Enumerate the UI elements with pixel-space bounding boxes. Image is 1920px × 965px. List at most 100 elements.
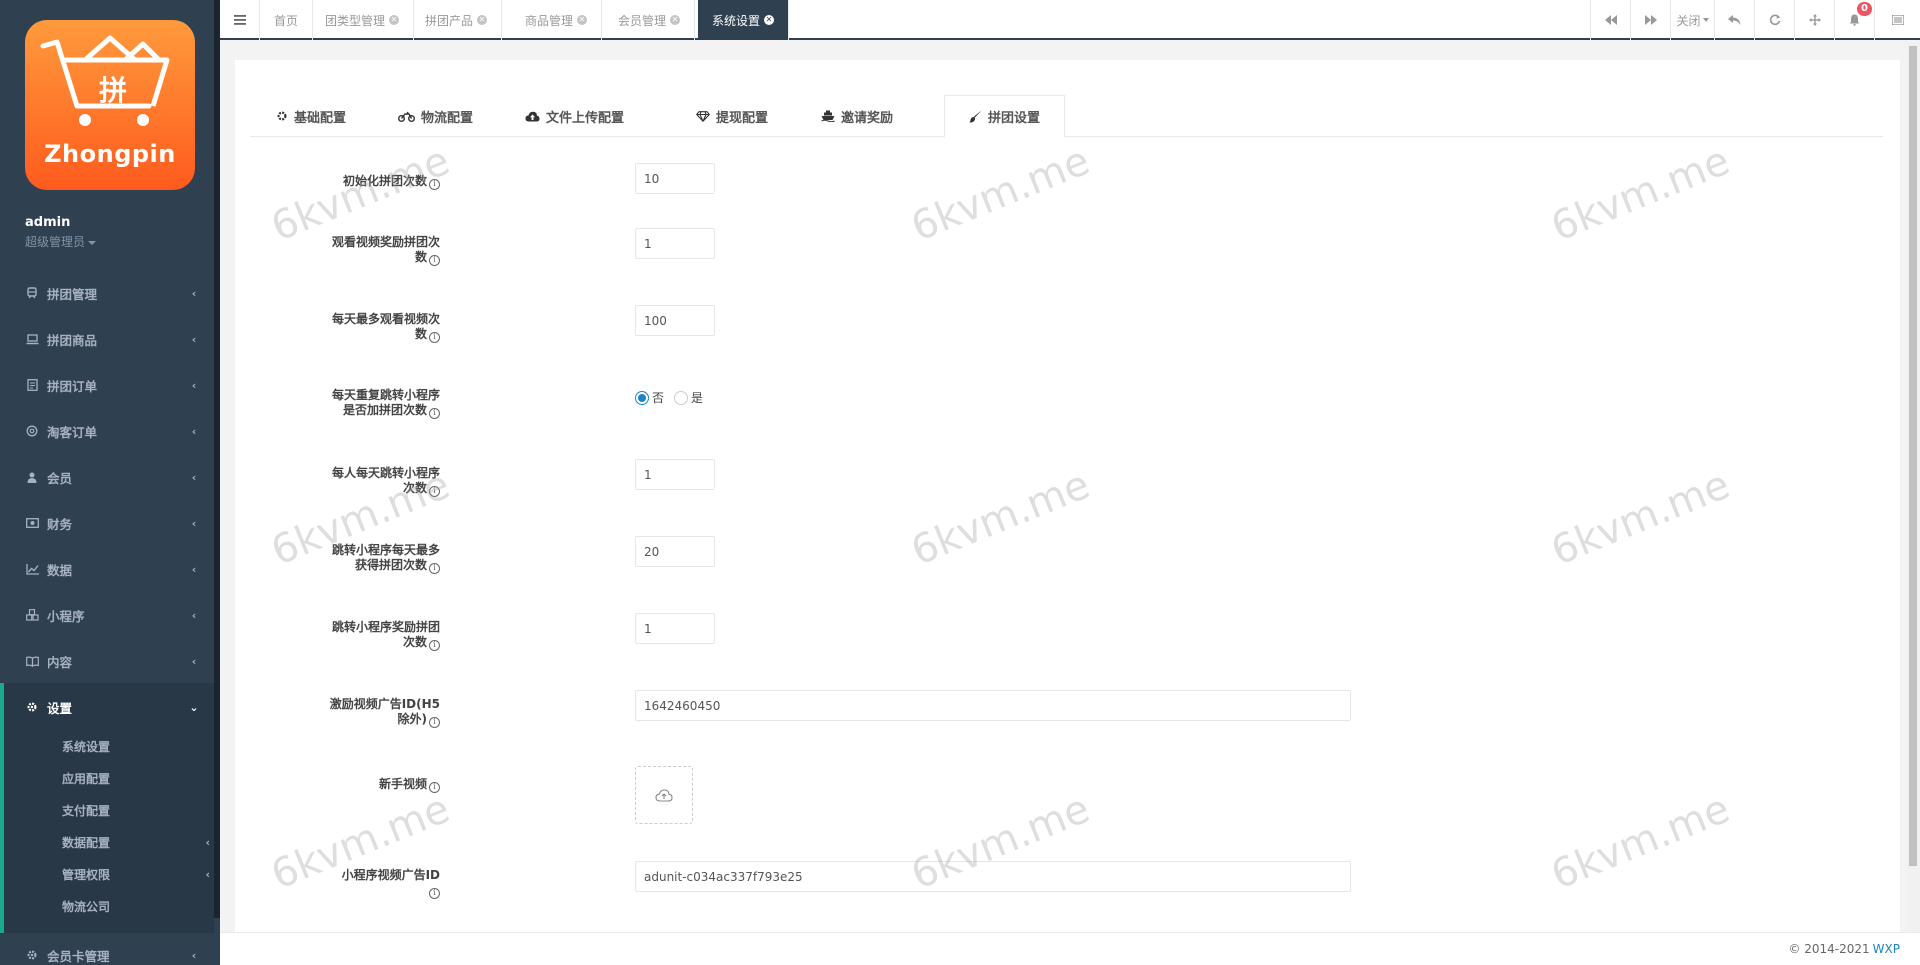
sidebar-item-mini-program[interactable]: 小程序 ‹ — [0, 592, 214, 638]
sidebar-item-settings[interactable]: 设置 ⌄ — [0, 683, 214, 731]
close-tab-icon[interactable]: ✕ — [577, 15, 588, 25]
document-icon — [25, 378, 39, 392]
submenu-item-app-config[interactable]: 应用配置 — [62, 768, 212, 788]
sidebar-item-member-cards[interactable]: 会员卡管理 ‹ — [0, 932, 214, 965]
label-newbie-video: 新手视频 i — [290, 777, 440, 793]
tab-member-management[interactable]: 会员管理 ✕ — [604, 0, 696, 40]
input-mini-program-video-ad-id[interactable]: adunit-c034ac337f793e25 — [635, 861, 1351, 892]
input-jump-reward-count[interactable]: 1 — [635, 613, 715, 644]
chevron-left-icon: ‹ — [191, 562, 197, 576]
info-icon[interactable]: i — [429, 781, 440, 793]
submenu-item-payment-config[interactable]: 支付配置 — [62, 800, 212, 820]
back-button[interactable] — [1714, 0, 1754, 40]
info-icon[interactable]: i — [429, 887, 440, 899]
config-tabs: 基础配置 物流配置 文件上传配置 提现配置 邀请奖励 拼团设置 — [250, 95, 1883, 138]
chevron-left-icon: ‹ — [191, 286, 197, 300]
sidebar-item-group-products[interactable]: 拼团商品 ‹ — [0, 316, 214, 362]
top-tab-bar: 首页 团类型管理 ✕ 拼团产品 ✕ 商品管理 ✕ 会员管理 ✕ 系统设置 ✕ 关闭 0 — [220, 0, 1920, 40]
close-tab-icon[interactable]: ✕ — [477, 15, 488, 25]
close-tab-icon[interactable]: ✕ — [389, 15, 400, 25]
app-logo: 拼 Zhongpin — [25, 20, 195, 190]
close-tab-icon[interactable]: ✕ — [764, 15, 775, 25]
upload-newbie-video[interactable] — [635, 766, 693, 824]
line-chart-icon — [25, 562, 39, 576]
user-role-dropdown[interactable]: 超级管理员 — [25, 233, 97, 250]
input-video-reward-count[interactable]: 1 — [635, 228, 715, 259]
submenu-item-admin-permissions[interactable]: 管理权限 ‹ — [62, 864, 212, 884]
tab-basic-config[interactable]: 基础配置 — [276, 95, 346, 137]
close-tabs-dropdown[interactable]: 关闭 — [1670, 0, 1714, 40]
sidebar-item-members[interactable]: 会员 ‹ — [0, 454, 214, 500]
input-max-daily-jump-rewards[interactable]: 20 — [635, 536, 715, 567]
svg-text:拼: 拼 — [99, 74, 127, 107]
chevron-left-icon: ‹ — [191, 332, 197, 346]
diamond-icon — [696, 110, 710, 122]
info-icon[interactable]: i — [429, 407, 440, 419]
tab-withdrawal-config[interactable]: 提现配置 — [696, 95, 768, 137]
bell-icon — [1849, 14, 1860, 26]
info-icon[interactable]: i — [429, 331, 440, 343]
chevron-left-icon: ‹ — [205, 867, 210, 881]
refresh-icon — [1769, 14, 1780, 26]
submenu-item-logistics-companies[interactable]: 物流公司 — [62, 896, 212, 916]
info-icon[interactable]: i — [429, 178, 440, 190]
chevron-left-icon: ‹ — [191, 516, 197, 530]
sidebar: 拼 Zhongpin admin 超级管理员 拼团管理 ‹ 拼团商品 ‹ 拼团订… — [0, 0, 220, 965]
backward-icon — [1604, 15, 1617, 25]
tab-group-settings[interactable]: 拼团设置 — [944, 95, 1066, 138]
money-icon — [25, 516, 39, 530]
sidebar-item-group-orders[interactable]: 拼团订单 ‹ — [0, 362, 214, 408]
watermark: 6kvm.me — [1545, 137, 1737, 251]
sidebar-item-group-management[interactable]: 拼团管理 ‹ — [0, 270, 214, 316]
gear-icon — [25, 948, 39, 962]
tab-group-type-management[interactable]: 团类型管理 ✕ — [311, 0, 415, 40]
settings-panel: 基础配置 物流配置 文件上传配置 提现配置 邀请奖励 拼团设置 初始化拼团次数 i… — [235, 60, 1900, 940]
input-max-daily-video-views[interactable]: 100 — [635, 305, 715, 336]
menu-toggle-button[interactable] — [220, 0, 260, 40]
scrollbar-thumb[interactable] — [1909, 46, 1917, 866]
info-icon[interactable]: i — [429, 485, 440, 497]
tab-invite-rewards[interactable]: 邀请奖励 — [821, 95, 893, 137]
label-reward-video-ad-id: 激励视频广告ID(H5 除外) i — [329, 697, 440, 728]
sidebar-item-taoke-orders[interactable]: 淘客订单 ‹ — [0, 408, 214, 454]
close-tab-icon[interactable]: ✕ — [670, 15, 681, 25]
footer: © 2014-2021 WXP — [220, 932, 1920, 965]
tab-product-management[interactable]: 商品管理 ✕ — [511, 0, 603, 40]
input-daily-jumps-per-user[interactable]: 1 — [635, 459, 715, 490]
chevron-left-icon: ‹ — [191, 378, 197, 392]
book-icon — [25, 654, 39, 668]
sidebar-item-content[interactable]: 内容 ‹ — [0, 638, 214, 684]
chevron-left-icon: ‹ — [191, 948, 197, 962]
info-icon[interactable]: i — [429, 254, 440, 266]
tab-group-products[interactable]: 拼团产品 ✕ — [411, 0, 503, 40]
sidebar-item-finance[interactable]: 财务 ‹ — [0, 500, 214, 546]
tab-system-settings[interactable]: 系统设置 ✕ — [698, 0, 790, 40]
radio-no[interactable] — [635, 390, 649, 405]
watermark: 6kvm.me — [1545, 461, 1737, 575]
label-jump-reward-count: 跳转小程序奖励拼团 次数 i — [331, 620, 440, 651]
fullscreen-button[interactable] — [1794, 0, 1834, 40]
scroll-tabs-right-button[interactable] — [1630, 0, 1670, 40]
input-initial-group-count[interactable]: 10 — [635, 163, 715, 194]
content-scrollbar[interactable] — [1906, 42, 1920, 932]
tab-file-upload-config[interactable]: 文件上传配置 — [525, 95, 624, 137]
cubes-icon — [25, 608, 39, 622]
submenu-item-data-config[interactable]: 数据配置 ‹ — [62, 832, 212, 852]
info-icon[interactable]: i — [429, 562, 440, 574]
refresh-button[interactable] — [1754, 0, 1794, 40]
scroll-tabs-left-button[interactable] — [1590, 0, 1630, 40]
tab-home[interactable]: 首页 — [260, 0, 314, 40]
info-icon[interactable]: i — [429, 716, 440, 728]
submenu-item-system-settings[interactable]: 系统设置 — [62, 736, 212, 756]
tab-logistics-config[interactable]: 物流配置 — [398, 95, 473, 137]
input-reward-video-ad-id[interactable]: 1642460450 — [635, 690, 1351, 721]
user-profile[interactable]: admin 超级管理员 — [25, 215, 97, 250]
main-content: 基础配置 物流配置 文件上传配置 提现配置 邀请奖励 拼团设置 初始化拼团次数 i… — [220, 40, 1920, 940]
info-icon[interactable]: i — [429, 639, 440, 651]
watermark: 6kvm.me — [905, 461, 1097, 575]
sidebar-item-data[interactable]: 数据 ‹ — [0, 546, 214, 592]
right-sidebar-toggle[interactable] — [1874, 0, 1920, 40]
notifications-button[interactable]: 0 — [1834, 0, 1874, 40]
footer-brand-link[interactable]: WXP — [1873, 942, 1900, 956]
radio-yes[interactable] — [674, 390, 689, 405]
